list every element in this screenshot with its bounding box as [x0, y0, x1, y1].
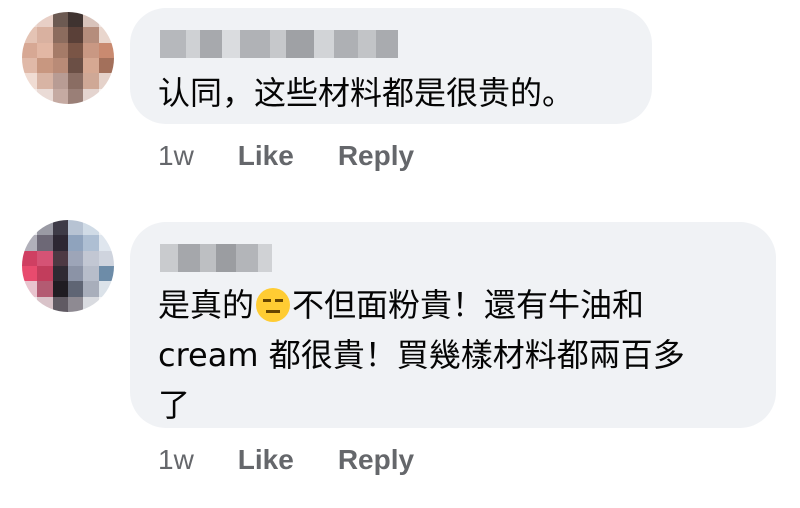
- comment-actions: 1w Like Reply: [158, 444, 414, 476]
- reply-button[interactable]: Reply: [338, 444, 414, 476]
- avatar[interactable]: [22, 220, 114, 312]
- comment-actions: 1w Like Reply: [158, 140, 414, 172]
- like-button[interactable]: Like: [238, 444, 294, 476]
- commenter-name-blurred[interactable]: [160, 30, 398, 58]
- reply-button[interactable]: Reply: [338, 140, 414, 172]
- comment-bubble: 认同，这些材料都是很贵的。: [130, 8, 652, 124]
- like-button[interactable]: Like: [238, 140, 294, 172]
- comment-text-part: 是真的: [158, 286, 255, 324]
- comment-text: 是真的 不但面粉貴！還有牛油和 cream 都很貴！買幾樣材料都兩百多 了: [158, 280, 748, 430]
- expressionless-face-emoji-icon: [256, 288, 291, 322]
- comment-bubble: 是真的 不但面粉貴！還有牛油和 cream 都很貴！買幾樣材料都兩百多 了: [130, 222, 776, 428]
- timestamp[interactable]: 1w: [158, 444, 194, 476]
- comment: 是真的 不但面粉貴！還有牛油和 cream 都很貴！買幾樣材料都兩百多 了 1w …: [0, 200, 800, 508]
- commenter-name-blurred[interactable]: [160, 244, 272, 272]
- comment-text: 认同，这些材料都是很贵的。: [158, 74, 575, 112]
- comment: 认同，这些材料都是很贵的。 1w Like Reply: [0, 0, 800, 200]
- avatar[interactable]: [22, 12, 114, 104]
- timestamp[interactable]: 1w: [158, 140, 194, 172]
